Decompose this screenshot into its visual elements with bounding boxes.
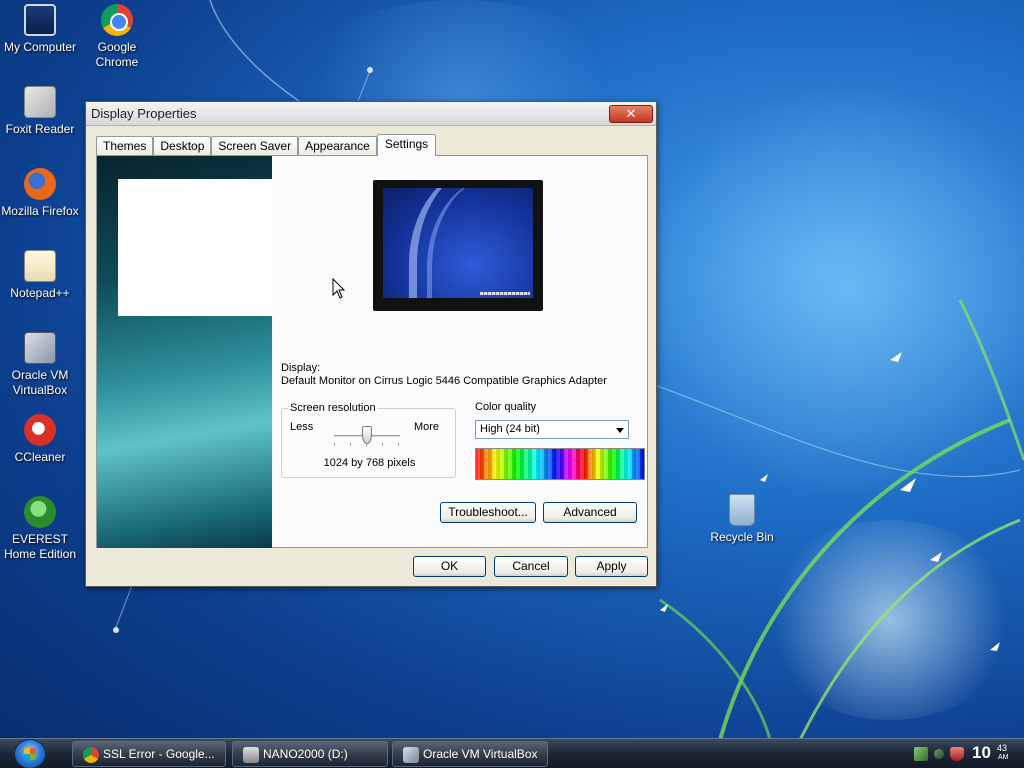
- desktop-icon-oracle-vm-virtualbox[interactable]: Oracle VM VirtualBox: [0, 332, 80, 398]
- color-quality-select[interactable]: High (24 bit): [475, 420, 629, 439]
- tab-desktop[interactable]: Desktop: [153, 136, 212, 156]
- notepad-icon: [24, 250, 56, 282]
- taskbar: SSL Error - Google... NANO2000 (D:) Orac…: [0, 738, 1024, 768]
- taskbar-item-label: Oracle VM VirtualBox: [423, 747, 538, 761]
- ok-button[interactable]: OK: [413, 556, 486, 577]
- clock-ampm[interactable]: AM: [998, 754, 1009, 761]
- close-icon: ✕: [625, 105, 637, 121]
- tab-screen-saver[interactable]: Screen Saver: [211, 136, 299, 156]
- taskbar-item-label: NANO2000 (D:): [263, 747, 348, 761]
- clock-minute[interactable]: 43: [997, 743, 1007, 753]
- clock-hour[interactable]: 10: [972, 743, 991, 763]
- virtualbox-icon: [403, 747, 419, 763]
- desktop-icon-recycle-bin[interactable]: Recycle Bin: [702, 494, 782, 545]
- display-properties-window: Display Properties ✕ Themes Desktop Scre…: [85, 101, 657, 587]
- desktop-icon-notepad-plus-plus[interactable]: Notepad++: [0, 250, 80, 301]
- ccleaner-icon: [24, 414, 56, 446]
- color-quality-group: Color quality High (24 bit): [467, 401, 645, 482]
- taskbar-item-drive[interactable]: NANO2000 (D:): [232, 741, 388, 767]
- desktop-icon-label: Oracle VM VirtualBox: [11, 368, 69, 397]
- monitor-preview-screen: [383, 188, 533, 298]
- desktop-icon-label: Recycle Bin: [710, 530, 774, 544]
- desktop-icon-label: CCleaner: [14, 450, 66, 464]
- chrome-icon: [101, 4, 133, 36]
- color-spectrum-preview: [475, 448, 645, 480]
- desktop-icon-my-computer[interactable]: My Computer: [0, 4, 80, 55]
- troubleshoot-button[interactable]: Troubleshoot...: [440, 502, 536, 523]
- cancel-button[interactable]: Cancel: [494, 556, 568, 577]
- recycle-bin-icon: [729, 494, 755, 526]
- color-quality-legend: Color quality: [473, 401, 539, 413]
- foxit-reader-icon: [24, 86, 56, 118]
- desktop-icon-label: My Computer: [3, 40, 77, 54]
- taskbar-item-label: SSL Error - Google...: [103, 747, 215, 761]
- desktop-icon-foxit-reader[interactable]: Foxit Reader: [0, 86, 80, 137]
- desktop-icon-label: Google Chrome: [95, 40, 139, 69]
- monitor-preview: [373, 180, 543, 311]
- drive-icon: [243, 747, 259, 763]
- screen-resolution-legend: Screen resolution: [288, 402, 378, 414]
- network-icon[interactable]: [914, 747, 928, 761]
- blank-overlay-area: [118, 179, 272, 316]
- resolution-slider-thumb[interactable]: [362, 426, 372, 444]
- tray-status-icon[interactable]: [934, 749, 944, 759]
- system-tray: 10 43 AM: [900, 739, 1024, 768]
- desktop-icon-label: EVEREST Home Edition: [3, 532, 77, 561]
- window-title: Display Properties: [91, 106, 197, 121]
- resolution-less-label: Less: [290, 421, 314, 433]
- settings-tab-panel: Display: Default Monitor on Cirrus Logic…: [96, 155, 648, 548]
- taskbar-item-virtualbox[interactable]: Oracle VM VirtualBox: [392, 741, 548, 767]
- display-label: Display:: [281, 362, 321, 374]
- desktop-icon-label: Mozilla Firefox: [1, 204, 79, 218]
- display-adapter-name: Default Monitor on Cirrus Logic 5446 Com…: [281, 375, 607, 387]
- screen-resolution-group: Screen resolution Less More 1024 by 768 …: [281, 402, 456, 478]
- apply-button[interactable]: Apply: [575, 556, 648, 577]
- tab-settings[interactable]: Settings: [376, 134, 437, 156]
- computer-icon: [24, 4, 56, 36]
- desktop-icon-google-chrome[interactable]: Google Chrome: [77, 4, 157, 70]
- desktop-icon-everest-home-edition[interactable]: EVEREST Home Edition: [0, 496, 80, 562]
- start-button[interactable]: [14, 739, 46, 768]
- resolution-value: 1024 by 768 pixels: [323, 457, 416, 469]
- resolution-more-label: More: [413, 421, 439, 433]
- window-titlebar[interactable]: Display Properties ✕: [86, 102, 656, 126]
- virtualbox-icon: [24, 332, 56, 364]
- preview-taskbar: [480, 292, 530, 295]
- desktop-icon-label: Foxit Reader: [5, 122, 75, 136]
- desktop-icon-mozilla-firefox[interactable]: Mozilla Firefox: [0, 168, 80, 219]
- color-quality-selected: High (24 bit): [480, 423, 540, 435]
- tab-themes[interactable]: Themes: [96, 136, 154, 156]
- advanced-button[interactable]: Advanced: [543, 502, 637, 523]
- resolution-slider-ticks: [334, 443, 400, 446]
- desktop-icon-ccleaner[interactable]: CCleaner: [0, 414, 80, 465]
- taskbar-item-chrome[interactable]: SSL Error - Google...: [72, 741, 226, 767]
- tab-appearance[interactable]: Appearance: [298, 136, 377, 156]
- tab-strip: Themes Desktop Screen Saver Appearance S…: [96, 134, 437, 156]
- desktop-icon-label: Notepad++: [10, 286, 70, 300]
- close-button[interactable]: ✕: [609, 104, 653, 123]
- chevron-down-icon: [616, 428, 624, 433]
- firefox-icon: [24, 168, 56, 200]
- everest-icon: [24, 496, 56, 528]
- chrome-icon: [83, 747, 99, 763]
- shield-icon[interactable]: [950, 747, 964, 761]
